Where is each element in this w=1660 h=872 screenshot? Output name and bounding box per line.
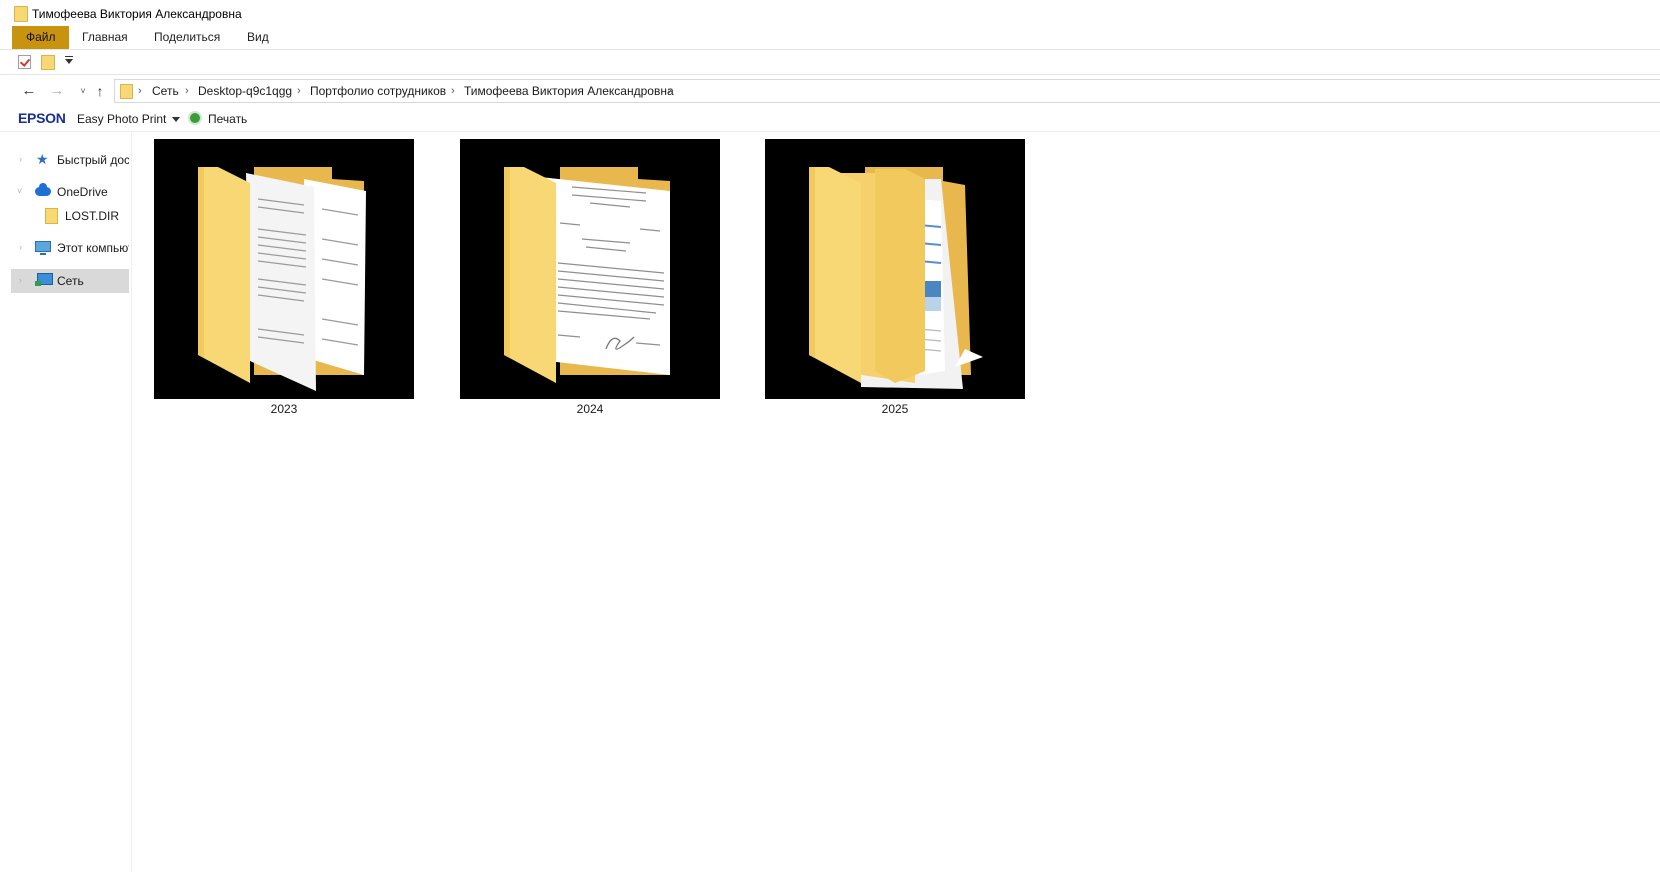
- customize-toolbar-dropdown-icon[interactable]: [65, 56, 73, 66]
- breadcrumb-separator[interactable]: ›: [297, 80, 301, 102]
- sidebar-item-lost-dir[interactable]: LOST.DIR: [11, 204, 129, 228]
- recent-locations-button[interactable]: ˅: [74, 81, 92, 101]
- folder-thumbnail: [460, 139, 720, 399]
- sidebar-item-this-pc[interactable]: › Этот компьютер: [11, 236, 129, 260]
- epson-toolbar: EPSON Easy Photo Print Печать: [0, 106, 1660, 132]
- sidebar-item-label: Сеть: [57, 274, 84, 288]
- epson-logo: EPSON: [18, 110, 66, 126]
- sidebar-item-label: Этот компьютер: [57, 241, 129, 255]
- tab-view[interactable]: Вид: [233, 26, 283, 49]
- address-row: ← → ˅ ↑ › Сеть › Desktop-q9c1qgg › Портф…: [0, 79, 1660, 105]
- breadcrumb-current-folder[interactable]: Тимофеева Виктория Александровна: [464, 80, 674, 102]
- window-title: Тимофеева Виктория Александровна: [32, 7, 242, 21]
- address-bar[interactable]: › Сеть › Desktop-q9c1qgg › Портфолио сот…: [114, 79, 1660, 103]
- navigation-pane: › ★ Быстрый доступ ˅ OneDrive LOST.DIR ›…: [0, 132, 132, 872]
- sidebar-item-onedrive[interactable]: ˅ OneDrive: [11, 180, 129, 204]
- star-icon: ★: [36, 151, 49, 167]
- folder-with-images-icon: [809, 167, 983, 389]
- folder-with-document-icon: [504, 167, 670, 383]
- folder-icon: [120, 84, 133, 99]
- chevron-down-icon[interactable]: ˅: [17, 184, 22, 198]
- title-bar: Тимофеева Виктория Александровна: [0, 0, 1660, 26]
- folder-name: 2025: [881, 402, 909, 416]
- folder-with-documents-icon: [198, 167, 366, 391]
- breadcrumb-desktop[interactable]: Desktop-q9c1qgg: [198, 80, 292, 102]
- sidebar-item-network[interactable]: › Сеть: [11, 269, 129, 293]
- folder-name: 2024: [576, 402, 604, 416]
- tab-home[interactable]: Главная: [68, 26, 142, 49]
- chevron-right-icon[interactable]: ›: [19, 240, 22, 254]
- tab-share[interactable]: Поделиться: [140, 26, 234, 49]
- chevron-right-icon[interactable]: ›: [19, 273, 22, 287]
- tab-file[interactable]: Файл: [12, 26, 69, 49]
- chevron-down-icon[interactable]: [172, 117, 180, 122]
- folder-tile-2024[interactable]: 2024: [460, 139, 720, 419]
- folder-thumbnail: [765, 139, 1025, 399]
- sidebar-item-label: OneDrive: [57, 185, 108, 199]
- folder-tile-2023[interactable]: 2023: [154, 139, 414, 419]
- properties-check-icon[interactable]: [18, 55, 31, 69]
- sidebar-item-quick-access[interactable]: › ★ Быстрый доступ: [11, 148, 129, 172]
- folder-name: 2023: [270, 402, 298, 416]
- ribbon-tabs: Файл Главная Поделиться Вид: [0, 26, 1660, 50]
- folder-thumbnail: [154, 139, 414, 399]
- breadcrumb-separator[interactable]: ›: [185, 80, 189, 102]
- folder-icon: [45, 208, 58, 224]
- quick-access-toolbar: [0, 50, 1660, 75]
- chevron-right-icon[interactable]: ›: [19, 152, 22, 166]
- print-icon[interactable]: [188, 111, 202, 125]
- back-button[interactable]: ←: [20, 81, 38, 101]
- new-folder-icon[interactable]: [41, 55, 55, 70]
- folder-tile-2025[interactable]: 2025: [765, 139, 1025, 419]
- easy-photo-print-button[interactable]: Easy Photo Print: [77, 111, 166, 127]
- folder-icon: [14, 6, 28, 22]
- sidebar-item-label: Быстрый доступ: [57, 153, 129, 167]
- breadcrumb-separator[interactable]: ›: [451, 80, 455, 102]
- up-button[interactable]: ↑: [91, 81, 109, 101]
- network-icon: [35, 273, 53, 286]
- cloud-icon: [35, 183, 51, 196]
- breadcrumb-portfolio[interactable]: Портфолио сотрудников: [310, 80, 446, 102]
- breadcrumb-network[interactable]: Сеть: [152, 80, 179, 102]
- computer-icon: [35, 241, 51, 255]
- print-button[interactable]: Печать: [208, 111, 247, 127]
- sidebar-item-label: LOST.DIR: [65, 209, 120, 223]
- forward-button[interactable]: →: [48, 81, 66, 101]
- breadcrumb-separator[interactable]: ›: [668, 80, 672, 102]
- breadcrumb-separator[interactable]: ›: [138, 80, 142, 102]
